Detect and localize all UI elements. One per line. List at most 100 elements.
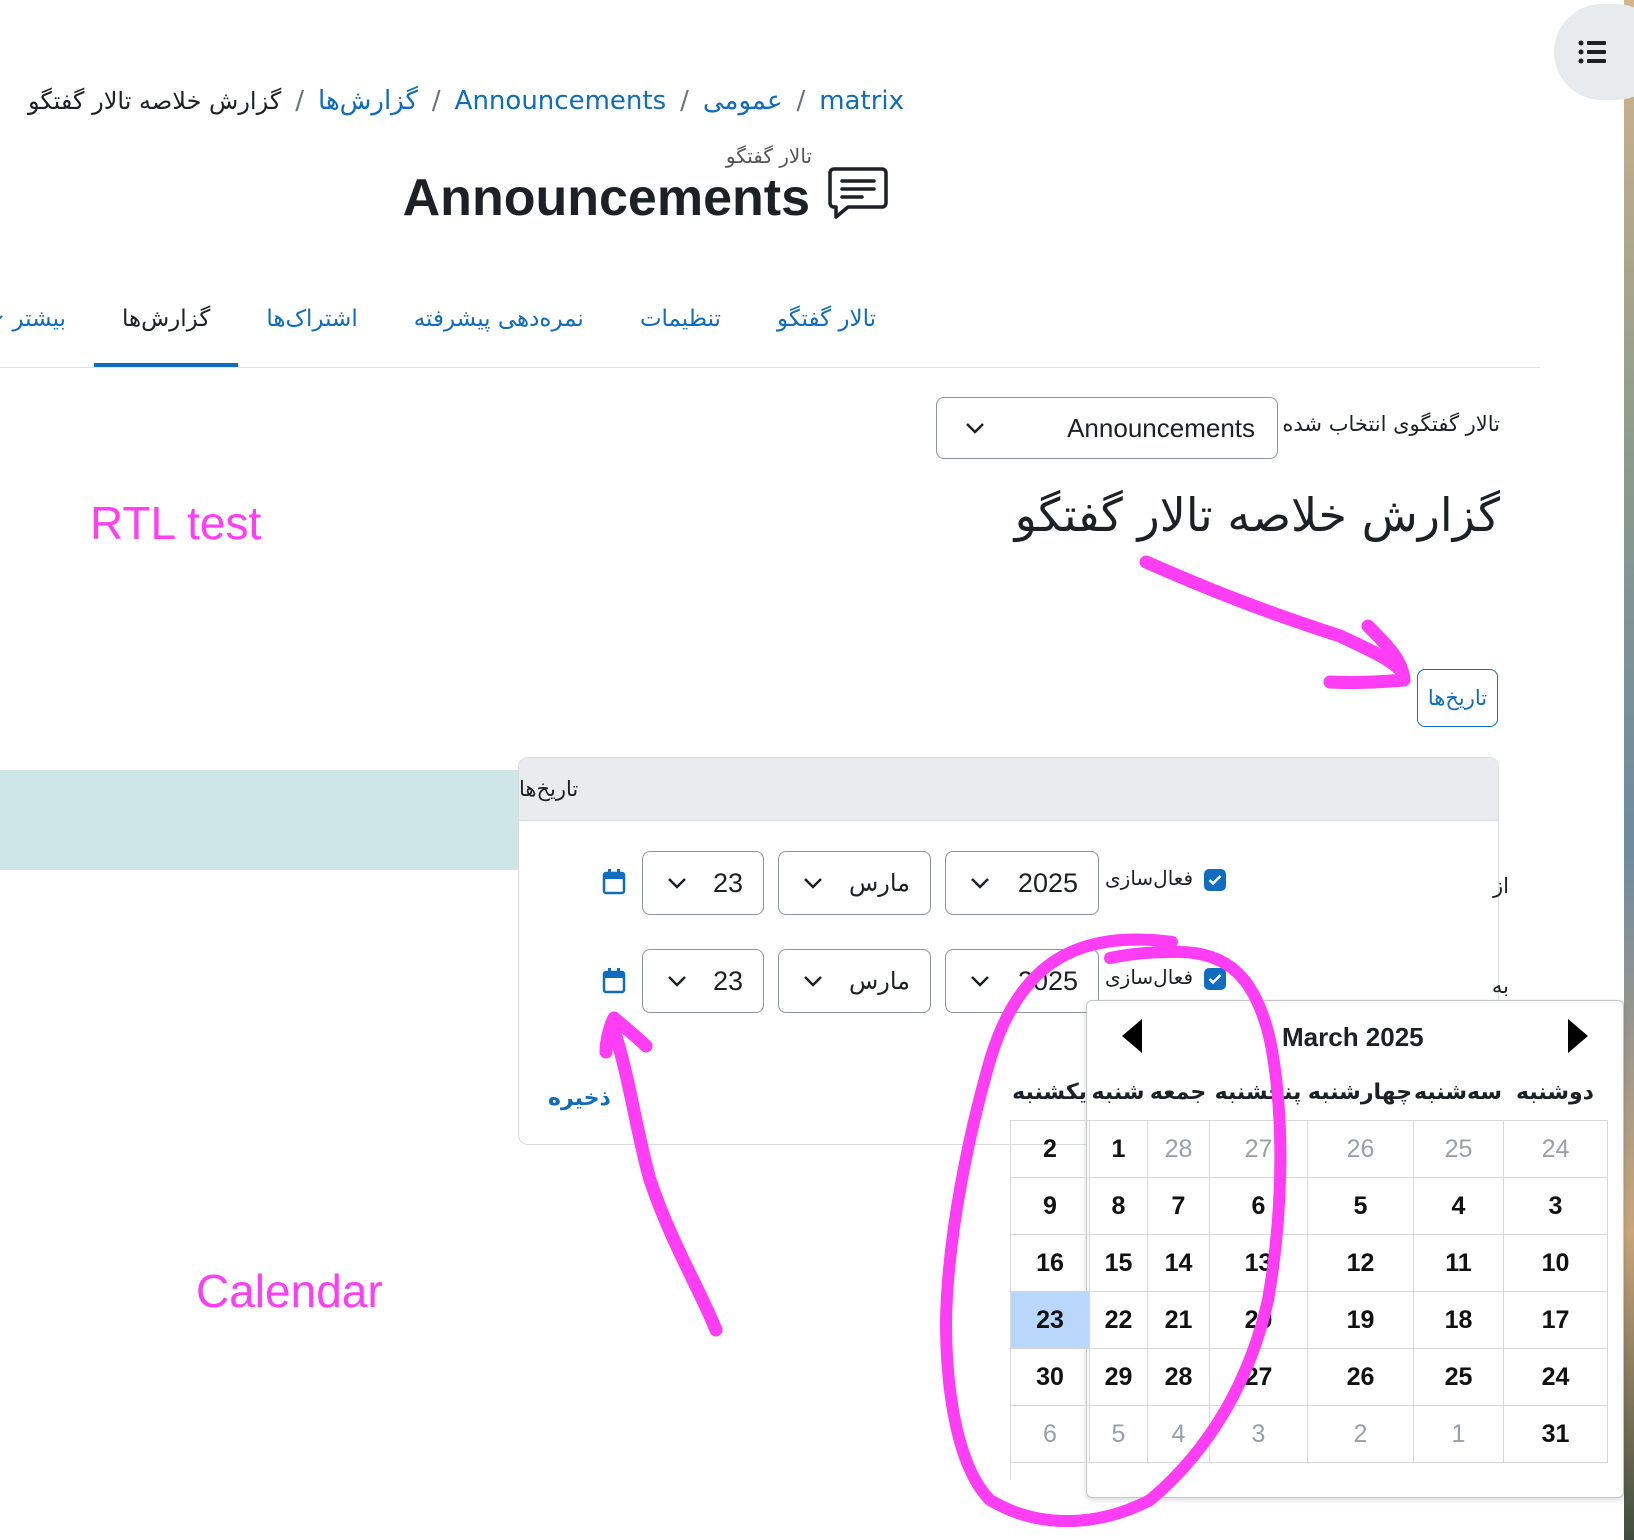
calendar-day[interactable]: 26 bbox=[1308, 1121, 1414, 1178]
to-year-value: 2025 bbox=[1017, 965, 1078, 996]
calendar-day[interactable]: 28 bbox=[1148, 1349, 1210, 1406]
calendar-day[interactable]: 15 bbox=[1090, 1235, 1148, 1292]
annotation-calendar: Calendar bbox=[196, 1265, 383, 1317]
save-link[interactable]: ذخیره bbox=[548, 1086, 611, 1111]
tab-subscriptions[interactable]: اشتراک‌ها bbox=[238, 270, 385, 368]
calendar-day[interactable]: 9 bbox=[1011, 1178, 1090, 1235]
calendar-day[interactable]: 4 bbox=[1148, 1406, 1210, 1463]
calendar-day[interactable]: 5 bbox=[1090, 1406, 1148, 1463]
from-year-value: 2025 bbox=[1017, 867, 1078, 898]
calendar-day[interactable]: 3 bbox=[1210, 1406, 1308, 1463]
breadcrumb-item-forum[interactable]: Announcements bbox=[455, 86, 666, 116]
from-enable-checkbox[interactable] bbox=[1204, 869, 1226, 891]
from-day-value: 23 bbox=[712, 867, 743, 898]
to-month-value: مارس bbox=[848, 967, 910, 995]
calendar-day[interactable]: 18 bbox=[1414, 1292, 1504, 1349]
calendar-day[interactable]: 25 bbox=[1414, 1349, 1504, 1406]
annotation-rtl-test: RTL test bbox=[90, 497, 262, 549]
secondary-navigation: تالار گفتگو تنظیمات نمره‌دهی پیشرفته اشت… bbox=[0, 270, 904, 368]
calendar-day[interactable]: 24 bbox=[1504, 1121, 1608, 1178]
calendar-day[interactable]: 4 bbox=[1414, 1178, 1504, 1235]
calendar-day[interactable]: 3 bbox=[1504, 1178, 1608, 1235]
calendar-day[interactable]: 30 bbox=[1011, 1349, 1090, 1406]
weekday-label: چهارشنبه bbox=[1307, 1080, 1413, 1105]
calendar-day[interactable]: 21 bbox=[1148, 1292, 1210, 1349]
to-enable-checkbox[interactable] bbox=[1204, 968, 1226, 990]
calendar-day[interactable]: 1 bbox=[1090, 1121, 1148, 1178]
calendar-day[interactable]: 13 bbox=[1210, 1235, 1308, 1292]
calendar-icon[interactable] bbox=[602, 968, 626, 994]
calendar-day[interactable]: 11 bbox=[1414, 1235, 1504, 1292]
calendar-day[interactable]: 8 bbox=[1090, 1178, 1148, 1235]
from-enable-label: فعال‌سازی bbox=[1105, 866, 1193, 890]
calendar-day[interactable]: 24 bbox=[1504, 1349, 1608, 1406]
calendar-day[interactable]: 27 bbox=[1210, 1121, 1308, 1178]
from-year-select[interactable]: 2025 bbox=[945, 851, 1099, 915]
chevron-down-icon bbox=[804, 878, 822, 889]
from-day-select[interactable]: 23 bbox=[642, 851, 764, 915]
tab-more[interactable]: بیشتر bbox=[0, 270, 94, 368]
calendar-day[interactable]: 17 bbox=[1504, 1292, 1608, 1349]
dates-toggle-button[interactable]: تاریخ‌ها bbox=[1417, 669, 1498, 727]
tab-forum[interactable]: تالار گفتگو bbox=[749, 270, 904, 368]
block-drawer-toggle[interactable] bbox=[1554, 4, 1634, 100]
to-day-select[interactable]: 23 bbox=[642, 949, 764, 1013]
to-year-select[interactable]: 2025 bbox=[945, 949, 1099, 1013]
tab-reports[interactable]: گزارش‌ها bbox=[93, 270, 239, 368]
tab-label: تنظیمات bbox=[639, 306, 721, 332]
calendar-day[interactable]: 19 bbox=[1308, 1292, 1414, 1349]
calendar-day[interactable]: 31 bbox=[1504, 1406, 1608, 1463]
to-month-select[interactable]: مارس bbox=[778, 949, 931, 1013]
teal-banner bbox=[0, 770, 519, 870]
calendar-day[interactable]: 2 bbox=[1308, 1406, 1414, 1463]
calendar-day[interactable]: 1 bbox=[1414, 1406, 1504, 1463]
breadcrumb-item-course[interactable]: matrix bbox=[819, 86, 904, 116]
calendar-day[interactable]: 22 bbox=[1090, 1292, 1148, 1349]
dates-card-header: تاریخ‌ها bbox=[519, 758, 1498, 821]
breadcrumb-item-reports[interactable]: گزارش‌ها bbox=[318, 86, 418, 116]
calendar-day[interactable]: 29 bbox=[1090, 1349, 1148, 1406]
from-month-select[interactable]: مارس bbox=[778, 851, 931, 915]
next-month-button[interactable] bbox=[1568, 1019, 1588, 1053]
calendar-day[interactable]: 12 bbox=[1308, 1235, 1414, 1292]
breadcrumb-current: گزارش خلاصه تالار گفتگو bbox=[28, 87, 282, 115]
breadcrumb: matrix / عمومی / Announcements / گزارش‌ه… bbox=[28, 86, 904, 116]
tabs-divider bbox=[0, 367, 1540, 368]
calendar-day[interactable]: 6 bbox=[1210, 1178, 1308, 1235]
calendar-day[interactable]: 23 bbox=[1011, 1292, 1090, 1349]
annotation-arrow-to-dates bbox=[1139, 555, 1409, 679]
to-label: به bbox=[1491, 974, 1509, 998]
calendar-day[interactable]: 25 bbox=[1414, 1121, 1504, 1178]
chevron-down-icon bbox=[966, 423, 984, 434]
breadcrumb-item-general[interactable]: عمومی bbox=[703, 86, 783, 116]
page-title: Announcements bbox=[402, 169, 810, 227]
page-pre-title: تالار گفتگو bbox=[725, 144, 812, 168]
breadcrumb-separator: / bbox=[680, 86, 689, 116]
tab-settings[interactable]: تنظیمات bbox=[612, 270, 749, 368]
weekday-label: سه‌شنبه bbox=[1414, 1080, 1502, 1105]
forum-icon bbox=[828, 167, 888, 219]
annotation-arrow-head bbox=[1323, 619, 1411, 689]
calendar-day[interactable]: 20 bbox=[1210, 1292, 1308, 1349]
calendar-day[interactable]: 5 bbox=[1308, 1178, 1414, 1235]
calendar-day[interactable]: 27 bbox=[1210, 1349, 1308, 1406]
calendar-icon[interactable] bbox=[602, 869, 626, 895]
calendar-day[interactable]: 16 bbox=[1011, 1235, 1090, 1292]
previous-month-button[interactable] bbox=[1122, 1019, 1142, 1053]
forum-select-value: Announcements bbox=[1067, 412, 1255, 443]
forum-select-label: تالار گفتگوی انتخاب شده bbox=[1282, 412, 1500, 436]
tab-advanced-grading[interactable]: نمره‌دهی پیشرفته bbox=[386, 270, 612, 368]
calendar-day[interactable]: 10 bbox=[1504, 1235, 1608, 1292]
forum-select[interactable]: Announcements bbox=[936, 397, 1278, 459]
report-heading: گزارش خلاصه تالار گفتگو bbox=[1014, 488, 1500, 542]
breadcrumb-separator: / bbox=[796, 86, 806, 116]
calendar-day[interactable]: 2 bbox=[1011, 1121, 1090, 1178]
calendar-day[interactable]: 26 bbox=[1308, 1349, 1414, 1406]
desktop-background-edge bbox=[1624, 0, 1634, 1540]
calendar-day[interactable]: 7 bbox=[1148, 1178, 1210, 1235]
calendar-day[interactable]: 14 bbox=[1148, 1235, 1210, 1292]
chevron-down-icon bbox=[971, 976, 989, 987]
calendar-day[interactable]: 28 bbox=[1148, 1121, 1210, 1178]
calendar-day[interactable]: 6 bbox=[1011, 1406, 1090, 1463]
to-enable-label: فعال‌سازی bbox=[1105, 965, 1193, 989]
